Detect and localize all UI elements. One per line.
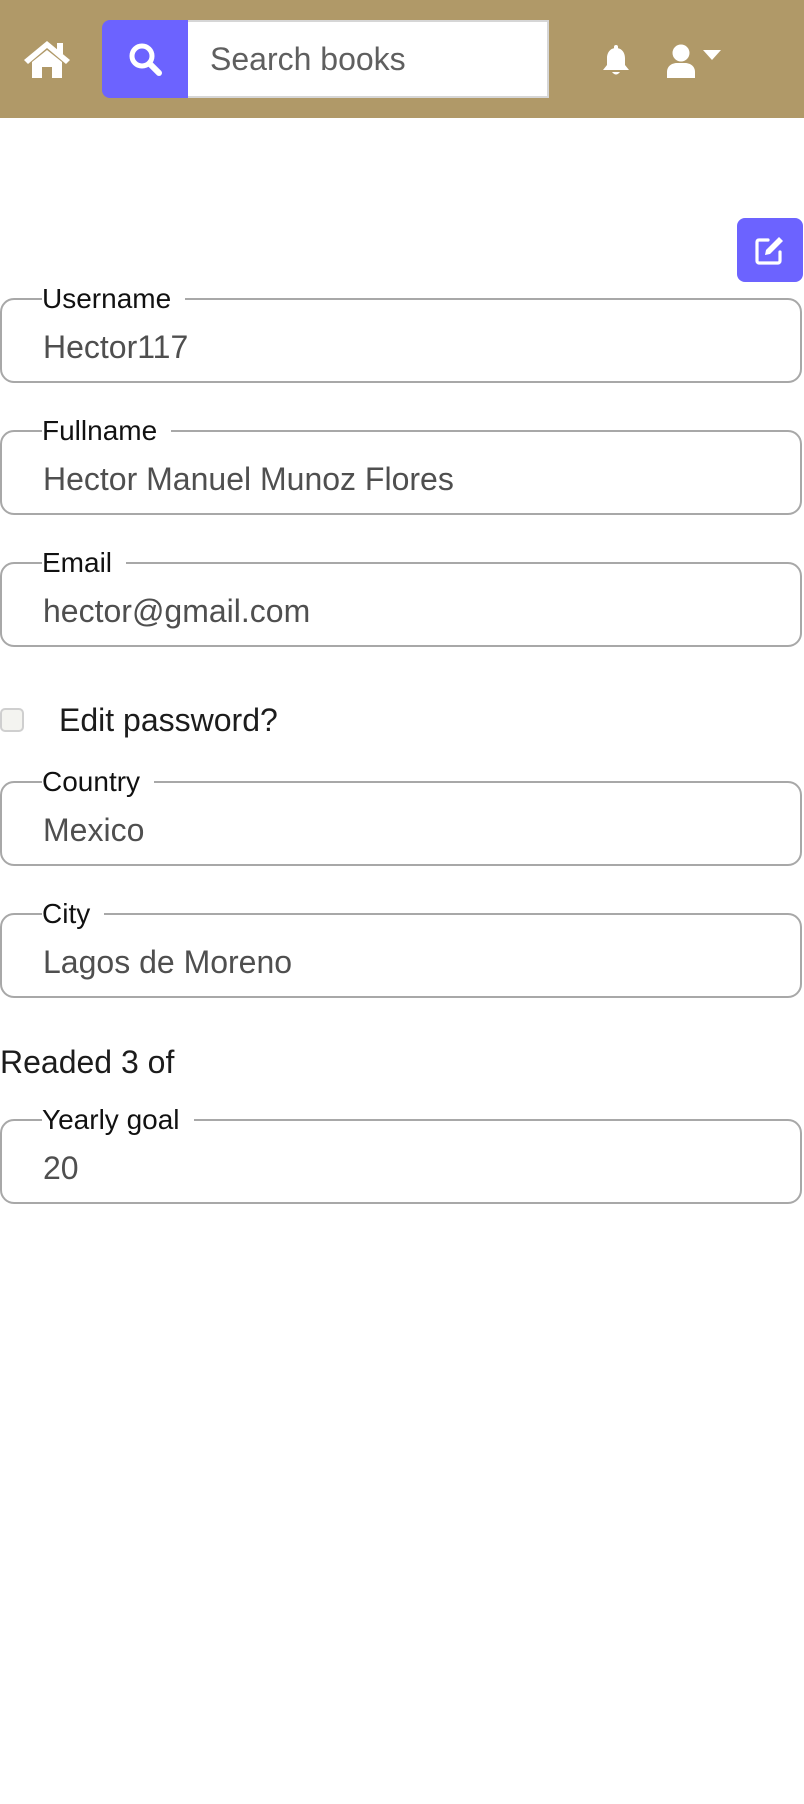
edit-profile-button[interactable] — [737, 218, 803, 282]
edit-icon — [755, 237, 783, 265]
username-label: Username — [42, 285, 186, 313]
yearly-goal-value[interactable]: 20 — [43, 1150, 79, 1186]
search-bar — [102, 20, 549, 98]
city-label: City — [42, 900, 105, 928]
top-navbar — [0, 0, 804, 118]
fullname-label: Fullname — [42, 417, 172, 445]
email-value[interactable]: hector@gmail.com — [43, 593, 310, 629]
search-button[interactable] — [102, 20, 188, 98]
email-label: Email — [42, 549, 127, 577]
edit-password-label[interactable]: Edit password? — [59, 702, 278, 739]
bell-icon — [603, 45, 629, 75]
yearly-goal-label: Yearly goal — [42, 1106, 194, 1134]
fullname-field[interactable]: Fullname Hector Manuel Munoz Flores — [0, 417, 804, 515]
country-label: Country — [42, 768, 155, 796]
country-value[interactable]: Mexico — [43, 812, 144, 848]
edit-password-row: Edit password? — [0, 700, 278, 740]
user-menu-button[interactable] — [665, 43, 725, 79]
search-icon — [129, 43, 162, 76]
caret-down-icon — [703, 50, 721, 60]
email-field[interactable]: Email hector@gmail.com — [0, 549, 804, 647]
city-value[interactable]: Lagos de Moreno — [43, 944, 292, 980]
search-input[interactable] — [188, 20, 549, 98]
fullname-value[interactable]: Hector Manuel Munoz Flores — [43, 461, 454, 497]
user-icon — [667, 44, 695, 78]
home-icon — [24, 41, 70, 78]
notifications-button[interactable] — [601, 45, 631, 77]
edit-password-checkbox[interactable] — [0, 708, 24, 732]
yearly-goal-field[interactable]: Yearly goal 20 — [0, 1106, 804, 1204]
city-field[interactable]: City Lagos de Moreno — [0, 900, 804, 998]
home-button[interactable] — [22, 38, 72, 80]
yearly-goal-fieldset: Yearly goal — [0, 1106, 802, 1204]
username-field[interactable]: Username Hector117 — [0, 285, 804, 383]
reading-progress-text: Readed 3 of — [0, 1044, 175, 1080]
country-field[interactable]: Country Mexico — [0, 768, 804, 866]
username-value[interactable]: Hector117 — [43, 329, 188, 365]
